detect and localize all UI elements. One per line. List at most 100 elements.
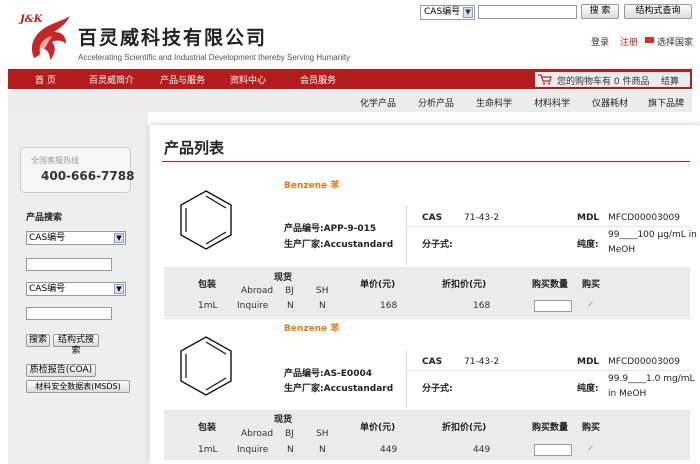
category-analytical[interactable]: 分析产品 (418, 96, 454, 109)
row-sh: N (319, 301, 326, 311)
quantity-input[interactable] (534, 300, 572, 312)
sidebar-search-select-2[interactable]: CAS编号 ▼ (26, 282, 126, 296)
category-nav (8, 90, 692, 112)
purity-label: 纯度: (577, 240, 599, 250)
add-to-cart-check-icon[interactable]: ✓ (587, 300, 595, 310)
row-bj: N (287, 445, 294, 455)
chevron-down-icon: ▼ (463, 7, 473, 18)
formula-label: 分子式: (422, 384, 453, 394)
col-abroad: Abroad (241, 286, 274, 296)
title-divider (162, 161, 690, 162)
top-search-select[interactable]: CAS编号 ▼ (420, 5, 475, 20)
sidebar-select-1-value: CAS编号 (29, 233, 66, 243)
row-discount: 449 (473, 445, 491, 455)
col-bj: BJ (285, 286, 294, 296)
mdl-label: MDL (577, 357, 600, 367)
coa-button[interactable]: 质检报告(COA) (26, 364, 96, 377)
col-buy: 购买 (582, 280, 601, 290)
product-separator (164, 318, 690, 319)
register-link[interactable]: 注册 (620, 35, 638, 48)
benzene-structure-icon (180, 190, 232, 250)
select-country-link[interactable]: 选择国家 (657, 35, 693, 48)
flag-icon (645, 37, 654, 43)
cas-value: 71-43-2 (464, 357, 500, 367)
sidebar-structure-button[interactable]: 结构式搜索 (53, 334, 99, 356)
chevron-down-icon: ▼ (114, 233, 124, 243)
info-rule (406, 226, 690, 227)
row-pack: 1mL (198, 301, 218, 311)
category-life-science[interactable]: 生命科学 (476, 96, 512, 109)
add-to-cart-check-icon[interactable]: ✓ (587, 444, 595, 454)
cart-text: 您的购物车有 0 件商品 (557, 77, 650, 87)
top-search-input[interactable] (478, 5, 577, 19)
top-search-button[interactable]: 搜 索 (581, 4, 619, 19)
row-discount: 168 (473, 301, 491, 311)
page-title: 产品列表 (164, 139, 225, 157)
hotline-number: 400-666-7788 (41, 169, 135, 183)
cart-icon (538, 74, 552, 85)
col-price: 单价(元) (360, 280, 396, 290)
chevron-down-icon: ▼ (114, 284, 124, 294)
mdl-value: MFCD00003009 (608, 213, 680, 223)
info-divider (406, 205, 407, 265)
nav-item-home[interactable]: 首 页 (35, 73, 56, 86)
col-discount: 折扣价(元) (442, 423, 487, 433)
checkout-link[interactable]: 结算 (661, 74, 679, 87)
nav-item-members[interactable]: 会员服务 (300, 73, 336, 86)
product-code: 产品编号:AS-E0004 (284, 369, 372, 379)
info-rule (406, 370, 690, 371)
nav-item-products[interactable]: 产品与服务 (160, 73, 205, 86)
category-brands[interactable]: 旗下品牌 (648, 96, 684, 109)
benzene-structure-icon (180, 336, 232, 396)
sidebar-search-button[interactable]: 搜索 (26, 334, 50, 347)
top-structure-search-button[interactable]: 结构式查询 (624, 4, 692, 19)
mdl-label: MDL (577, 213, 600, 223)
hotline-label: 全国客服热线 (31, 156, 79, 165)
col-qty: 购买数量 (532, 280, 569, 290)
mdl-value: MFCD00003009 (608, 357, 680, 367)
purity-value-cont: MeOH (608, 245, 636, 255)
purity-label: 纯度: (577, 384, 599, 394)
row-abroad: Inquire (237, 445, 269, 455)
product-name-link[interactable]: Benzene 苯 (284, 321, 339, 334)
product-code: 产品编号:APP-9-015 (284, 224, 377, 234)
col-buy: 购买 (582, 423, 601, 433)
cas-label: CAS (422, 357, 443, 367)
col-qty: 购买数量 (532, 423, 569, 433)
col-bj: BJ (285, 429, 294, 439)
cart-area[interactable]: 您的购物车有 0 件商品 结算 (535, 72, 690, 87)
row-pack: 1mL (198, 445, 218, 455)
col-stock: 现货 (274, 273, 293, 283)
row-price: 449 (380, 445, 398, 455)
sidebar-search-input-1[interactable] (26, 258, 112, 271)
top-search-select-value: CAS编号 (424, 7, 461, 17)
product-maker: 生产厂家:Accustandard (284, 384, 394, 394)
purity-value-cont: in MeOH (608, 389, 647, 399)
nav-item-about[interactable]: 百灵威简介 (89, 73, 134, 86)
cas-value: 71-43-2 (464, 213, 500, 223)
page: CAS编号 ▼ 搜 索 结构式查询 J&K 百灵威科技有限公司 Accelerat… (0, 0, 700, 464)
col-stock: 现货 (274, 415, 293, 425)
col-abroad: Abroad (241, 429, 274, 439)
login-link[interactable]: 登录 (591, 35, 609, 48)
msds-button[interactable]: 材料安全数据表(MSDS) (26, 380, 130, 393)
sidebar-select-2-value: CAS编号 (29, 284, 66, 294)
brand-slogan: Accelerating Scientific and Industrial D… (78, 53, 351, 62)
col-pack: 包装 (198, 423, 217, 433)
col-pack: 包装 (198, 280, 217, 290)
category-chemical[interactable]: 化学产品 (360, 96, 396, 109)
sidebar-search-input-2[interactable] (26, 307, 112, 320)
row-abroad: Inquire (237, 301, 269, 311)
category-materials[interactable]: 材料科学 (534, 96, 570, 109)
col-sh: SH (316, 429, 329, 439)
quantity-input[interactable] (534, 444, 572, 456)
col-price: 单价(元) (360, 423, 396, 433)
sidebar-search-select-1[interactable]: CAS编号 ▼ (26, 231, 126, 245)
info-divider (406, 350, 407, 408)
category-instruments[interactable]: 仪器耗材 (592, 96, 628, 109)
row-sh: N (319, 445, 326, 455)
nav-item-resources[interactable]: 资料中心 (230, 73, 266, 86)
col-sh: SH (316, 286, 329, 296)
product-name-link[interactable]: Benzene 苯 (284, 178, 339, 191)
purity-value: 99.9____1.0 mg/mL (608, 374, 695, 384)
